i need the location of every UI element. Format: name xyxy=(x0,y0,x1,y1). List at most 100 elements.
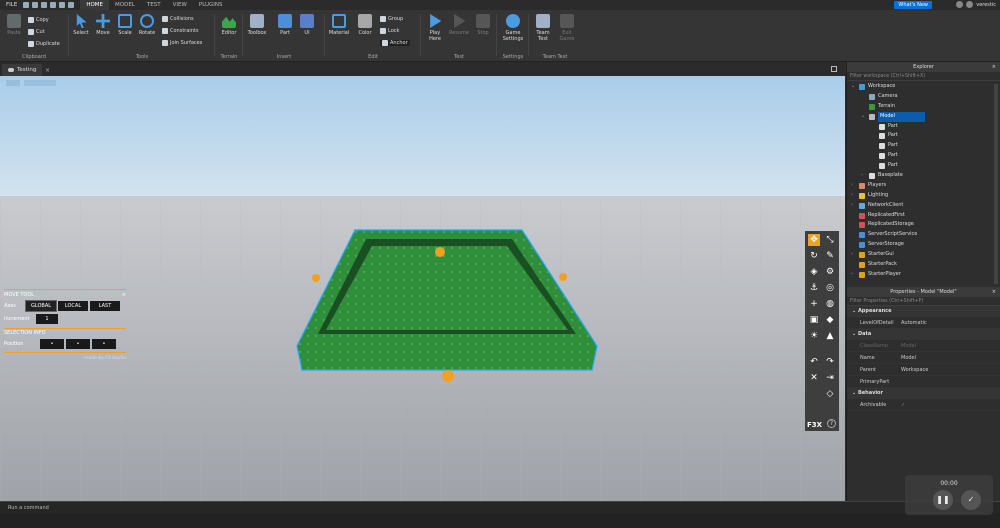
duplicate-button[interactable]: Duplicate xyxy=(28,41,60,47)
explorer-item[interactable]: StarterPack xyxy=(847,260,1000,270)
explorer-item[interactable]: ServerScriptService xyxy=(847,230,1000,240)
explorer-item[interactable]: ServerStorage xyxy=(847,240,1000,250)
weld-tool-icon[interactable]: ◆ xyxy=(824,314,836,326)
properties-section-header[interactable]: ⌄ Behavior xyxy=(847,388,1000,399)
undo-icon[interactable] xyxy=(59,2,66,8)
collision-tool-icon[interactable]: ◎ xyxy=(824,282,836,294)
anchor-button[interactable]: Anchor xyxy=(380,40,410,46)
share-icon[interactable] xyxy=(966,1,974,8)
rotate-button[interactable]: Rotate xyxy=(136,14,158,36)
explorer-item[interactable]: › Players xyxy=(847,181,1000,191)
group-button[interactable]: Group xyxy=(380,16,403,22)
done-button[interactable]: ✓ xyxy=(961,490,981,510)
explorer-item[interactable]: ReplicatedStorage xyxy=(847,220,1000,230)
explorer-filter-input[interactable]: Filter workspace (Ctrl+Shift+X) xyxy=(847,72,1000,81)
undo-icon[interactable]: ↶ xyxy=(808,356,820,368)
position-y-field[interactable]: • xyxy=(66,339,90,349)
lock-button[interactable]: Lock xyxy=(380,28,399,34)
property-value[interactable]: ✓ xyxy=(889,399,905,410)
explorer-item[interactable]: Part xyxy=(847,161,1000,171)
chevron-down-icon[interactable]: ⌄ xyxy=(861,112,865,122)
toolbox-button[interactable]: Toolbox xyxy=(246,14,268,36)
part-button[interactable]: Part xyxy=(274,14,296,36)
file-menu[interactable]: FILE xyxy=(0,2,23,8)
move-tool-icon[interactable]: ✥ xyxy=(808,234,820,246)
chevron-right-icon[interactable]: › xyxy=(851,201,853,211)
select-button[interactable]: Select xyxy=(70,14,92,36)
layers-icon[interactable]: ◇ xyxy=(824,388,836,400)
close-icon[interactable]: × xyxy=(992,287,996,297)
property-value[interactable]: Model xyxy=(889,340,916,351)
ui-button[interactable]: UI xyxy=(296,14,318,36)
exit-game-button[interactable]: Exit Game xyxy=(556,14,578,42)
cut-button[interactable]: Cut xyxy=(28,29,45,35)
constraints-toggle[interactable]: Constraints xyxy=(162,28,199,34)
explorer-item[interactable]: › NetworkClient xyxy=(847,201,1000,211)
axes-local-button[interactable]: LOCAL xyxy=(58,301,88,311)
paste-icon[interactable] xyxy=(50,2,57,8)
chevron-right-icon[interactable]: › xyxy=(851,191,853,201)
help-icon[interactable]: ? xyxy=(827,419,836,428)
redo-icon[interactable] xyxy=(68,2,75,8)
chevron-right-icon[interactable]: › xyxy=(851,270,853,280)
decorate-tool-icon[interactable]: ▲ xyxy=(824,330,836,342)
close-icon[interactable]: × xyxy=(992,62,996,72)
explorer-item[interactable]: Part xyxy=(847,122,1000,132)
explorer-item[interactable]: Part xyxy=(847,131,1000,141)
property-value[interactable]: Workspace xyxy=(889,364,928,375)
stop-button[interactable]: Stop xyxy=(472,14,494,36)
chevron-down-icon[interactable]: ⌄ xyxy=(851,82,855,92)
resume-button[interactable]: Resume xyxy=(448,14,470,36)
tab-test[interactable]: TEST xyxy=(141,0,167,10)
publish-icon[interactable] xyxy=(32,2,39,8)
tab-model[interactable]: MODEL xyxy=(109,0,141,10)
rotate-tool-icon[interactable]: ↻ xyxy=(808,250,820,262)
game-settings-button[interactable]: Game Settings xyxy=(502,14,524,42)
tab-testing[interactable]: Testing xyxy=(2,64,43,76)
whats-new-button[interactable]: What's New xyxy=(894,1,932,9)
help-icon[interactable] xyxy=(956,1,964,8)
explorer-item[interactable]: ⌄ Workspace xyxy=(847,82,1000,92)
texture-tool-icon[interactable]: ▣ xyxy=(808,314,820,326)
chevron-right-icon[interactable]: › xyxy=(851,181,853,191)
save-icon[interactable] xyxy=(23,2,30,8)
move-button[interactable]: Move xyxy=(92,14,114,36)
properties-filter-input[interactable]: Filter Properties (Ctrl+Shift+P) xyxy=(847,297,1000,306)
chevron-right-icon[interactable]: › xyxy=(861,171,863,181)
properties-section-header[interactable]: ⌄ Appearance xyxy=(847,306,1000,317)
property-value[interactable] xyxy=(889,376,901,387)
anchor-tool-icon[interactable]: ⚓ xyxy=(808,282,820,294)
close-icon[interactable]: × xyxy=(122,292,126,298)
play-here-button[interactable]: Play Here xyxy=(424,14,446,42)
material-button[interactable]: Material xyxy=(328,14,350,36)
redo-icon[interactable]: ↷ xyxy=(824,356,836,368)
terrain-editor-button[interactable]: Editor xyxy=(218,14,240,36)
close-icon[interactable]: × xyxy=(45,67,50,74)
explorer-scrollbar[interactable] xyxy=(994,84,998,284)
tab-view[interactable]: VIEW xyxy=(167,0,193,10)
export-icon[interactable]: ⇥ xyxy=(824,372,836,384)
explorer-item[interactable]: Part xyxy=(847,151,1000,161)
copy-button[interactable]: Copy xyxy=(28,17,49,23)
copy-icon[interactable] xyxy=(41,2,48,8)
property-value[interactable]: Model xyxy=(889,352,916,363)
resize-tool-icon[interactable]: ⤡ xyxy=(824,234,836,246)
lighting-tool-icon[interactable]: ☀ xyxy=(808,330,820,342)
restore-icon[interactable] xyxy=(831,66,837,72)
chevron-right-icon[interactable]: › xyxy=(851,250,853,260)
pause-button[interactable]: ❚❚ xyxy=(933,490,953,510)
explorer-item[interactable]: ReplicatedFirst xyxy=(847,211,1000,221)
explorer-item[interactable]: › Lighting xyxy=(847,191,1000,201)
explorer-item[interactable]: Part xyxy=(847,141,1000,151)
delete-icon[interactable]: ✕ xyxy=(808,372,820,384)
scale-button[interactable]: Scale xyxy=(114,14,136,36)
explorer-item[interactable]: › StarterGui xyxy=(847,250,1000,260)
position-x-field[interactable]: • xyxy=(40,339,64,349)
mesh-tool-icon[interactable]: ◍ xyxy=(824,298,836,310)
join-surfaces-toggle[interactable]: Join Surfaces xyxy=(162,40,202,46)
increment-input[interactable]: 1 xyxy=(36,314,58,324)
explorer-item[interactable]: ⌄ Model xyxy=(847,111,1000,122)
collisions-toggle[interactable]: Collisions xyxy=(162,16,194,22)
axes-last-button[interactable]: LAST xyxy=(90,301,120,311)
explorer-item[interactable]: Terrain xyxy=(847,102,1000,112)
